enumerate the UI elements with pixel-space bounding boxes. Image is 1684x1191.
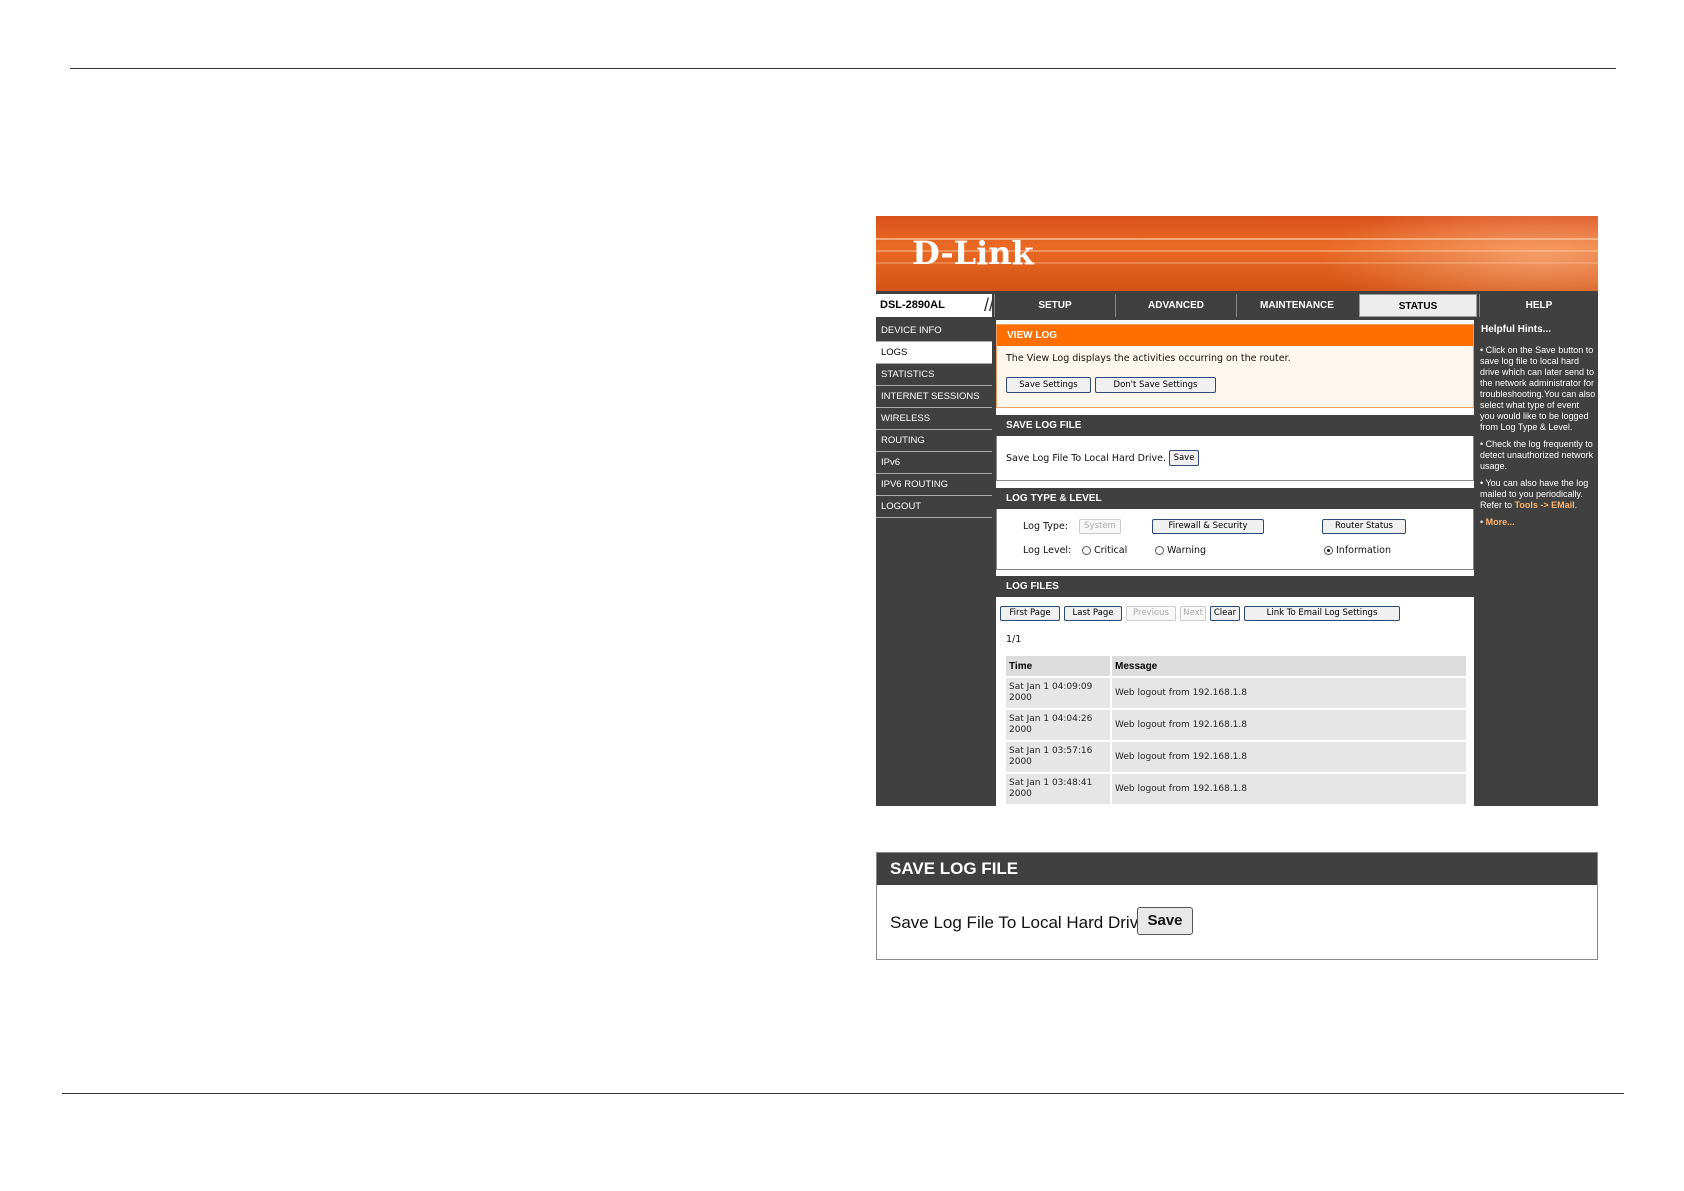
page-indicator: 1/1 bbox=[1006, 634, 1022, 645]
model-label: DSL-2890AL // bbox=[876, 294, 994, 317]
time-header: Time bbox=[1004, 654, 1112, 678]
log-table: Time Message Sat Jan 1 04:09:09 2000 Web… bbox=[1004, 654, 1468, 806]
enlarged-save-button[interactable]: Save bbox=[1137, 907, 1193, 935]
save-settings-button[interactable]: Save Settings bbox=[1006, 377, 1091, 393]
bottom-rule bbox=[62, 1093, 1624, 1094]
tab-advanced[interactable]: ADVANCED bbox=[1115, 294, 1236, 317]
log-message: Web logout from 192.168.1.8 bbox=[1110, 740, 1468, 774]
table-header-row: Time Message bbox=[1004, 654, 1468, 678]
dont-save-settings-button[interactable]: Don't Save Settings bbox=[1095, 377, 1216, 393]
log-time: Sat Jan 1 03:48:41 2000 bbox=[1004, 772, 1112, 806]
sidebar-item-routing[interactable]: ROUTING bbox=[876, 430, 992, 452]
clear-button[interactable]: Clear bbox=[1210, 606, 1240, 621]
helpful-hints-panel: Helpful Hints... • Click on the Save but… bbox=[1478, 320, 1598, 806]
critical-label: Critical bbox=[1094, 545, 1128, 556]
hint-item: • You can also have the log mailed to yo… bbox=[1480, 478, 1589, 510]
log-message: Web logout from 192.168.1.8 bbox=[1110, 772, 1468, 806]
log-time: Sat Jan 1 04:04:26 2000 bbox=[1004, 708, 1112, 742]
log-type-title: LOG TYPE & LEVEL bbox=[996, 488, 1474, 509]
more-link[interactable]: More... bbox=[1486, 517, 1515, 527]
sidebar-item-logout[interactable]: LOGOUT bbox=[876, 496, 992, 518]
log-files-title: LOG FILES bbox=[996, 576, 1474, 597]
log-message: Web logout from 192.168.1.8 bbox=[1110, 676, 1468, 710]
table-row: Sat Jan 1 03:57:16 2000 Web logout from … bbox=[1004, 740, 1468, 774]
main-content: VIEW LOG The View Log displays the activ… bbox=[996, 320, 1474, 806]
sidebar-item-statistics[interactable]: STATISTICS bbox=[876, 364, 992, 386]
previous-button[interactable]: Previous bbox=[1126, 606, 1176, 621]
log-message: Web logout from 192.168.1.8 bbox=[1110, 708, 1468, 742]
tools-email-link[interactable]: Tools -> EMail bbox=[1515, 500, 1575, 510]
log-time: Sat Jan 1 03:57:16 2000 bbox=[1004, 740, 1112, 774]
warning-label: Warning bbox=[1167, 545, 1207, 556]
tab-maintenance[interactable]: MAINTENANCE bbox=[1236, 294, 1357, 317]
brand-banner: D-Link bbox=[876, 216, 1598, 291]
log-level-label: Log Level: bbox=[1023, 545, 1072, 556]
log-type-level-section: LOG TYPE & LEVEL Log Type: System Firewa… bbox=[996, 488, 1474, 570]
tab-status[interactable]: STATUS bbox=[1359, 294, 1477, 317]
hint-text: Click on the Save button to save log fil… bbox=[1480, 345, 1596, 432]
message-header: Message bbox=[1110, 654, 1468, 678]
dlink-logo: D-Link bbox=[912, 234, 1034, 272]
save-log-label: Save Log File To Local Hard Drive. bbox=[1006, 453, 1167, 464]
save-log-enlarged-panel: SAVE LOG FILE Save Log File To Local Har… bbox=[876, 852, 1598, 960]
sidebar-item-wireless[interactable]: WIRELESS bbox=[876, 408, 992, 430]
tab-help[interactable]: HELP bbox=[1479, 294, 1598, 317]
save-log-title: SAVE LOG FILE bbox=[996, 415, 1474, 436]
enlarged-label: Save Log File To Local Hard Drive. bbox=[890, 913, 1153, 932]
sidebar-item-ipv6[interactable]: IPv6 bbox=[876, 452, 992, 474]
top-navigation: DSL-2890AL// SETUP ADVANCED MAINTENANCE … bbox=[876, 292, 1598, 317]
hint-item: • More... bbox=[1480, 517, 1515, 527]
router-ui-screenshot: D-Link DSL-2890AL // SETUP ADVANCED MAINT… bbox=[876, 216, 1598, 806]
log-files-section: LOG FILES First Page Last Page Previous … bbox=[996, 576, 1474, 806]
link-email-log-button[interactable]: Link To Email Log Settings bbox=[1244, 606, 1400, 621]
enlarged-title: SAVE LOG FILE bbox=[877, 853, 1597, 885]
log-type-label: Log Type: bbox=[1023, 521, 1069, 532]
table-row: Sat Jan 1 04:09:09 2000 Web logout from … bbox=[1004, 676, 1468, 710]
critical-radio[interactable] bbox=[1082, 546, 1091, 555]
view-log-description: The View Log displays the activities occ… bbox=[1006, 353, 1291, 364]
view-log-title: VIEW LOG bbox=[997, 325, 1473, 346]
system-type-button[interactable]: System bbox=[1079, 519, 1121, 534]
hint-text: Check the log frequently to detect unaut… bbox=[1480, 439, 1594, 471]
next-button[interactable]: Next bbox=[1180, 606, 1206, 621]
last-page-button[interactable]: Last Page bbox=[1064, 606, 1122, 621]
warning-radio[interactable] bbox=[1155, 546, 1164, 555]
sidebar-item-ipv6-routing[interactable]: IPV6 ROUTING bbox=[876, 474, 992, 496]
information-radio[interactable] bbox=[1324, 546, 1333, 555]
save-log-button[interactable]: Save bbox=[1169, 450, 1199, 466]
tab-setup[interactable]: SETUP bbox=[994, 294, 1115, 317]
hint-item: • Check the log frequently to detect una… bbox=[1480, 439, 1594, 471]
table-row: Sat Jan 1 03:48:41 2000 Web logout from … bbox=[1004, 772, 1468, 806]
sidebar-item-logs[interactable]: LOGS bbox=[876, 342, 992, 364]
sidebar-item-internet-sessions[interactable]: INTERNET SESSIONS bbox=[876, 386, 992, 408]
hints-title: Helpful Hints... bbox=[1481, 324, 1551, 335]
sidebar-item-device-info[interactable]: DEVICE INFO bbox=[876, 320, 992, 342]
information-label: Information bbox=[1336, 545, 1391, 556]
hint-item: • Click on the Save button to save log f… bbox=[1480, 345, 1596, 432]
router-status-type-button[interactable]: Router Status bbox=[1322, 519, 1406, 534]
firewall-security-type-button[interactable]: Firewall & Security bbox=[1152, 519, 1264, 534]
view-log-section: VIEW LOG The View Log displays the activ… bbox=[996, 324, 1474, 408]
save-log-section: SAVE LOG FILE Save Log File To Local Har… bbox=[996, 415, 1474, 481]
first-page-button[interactable]: First Page bbox=[1000, 606, 1060, 621]
log-time: Sat Jan 1 04:09:09 2000 bbox=[1004, 676, 1112, 710]
table-row: Sat Jan 1 04:04:26 2000 Web logout from … bbox=[1004, 708, 1468, 742]
model-name: DSL-2890AL bbox=[880, 299, 945, 311]
top-rule bbox=[70, 68, 1616, 69]
sidebar: DEVICE INFO LOGS STATISTICS INTERNET SES… bbox=[876, 320, 992, 518]
slash-decoration-icon: // bbox=[983, 295, 994, 315]
